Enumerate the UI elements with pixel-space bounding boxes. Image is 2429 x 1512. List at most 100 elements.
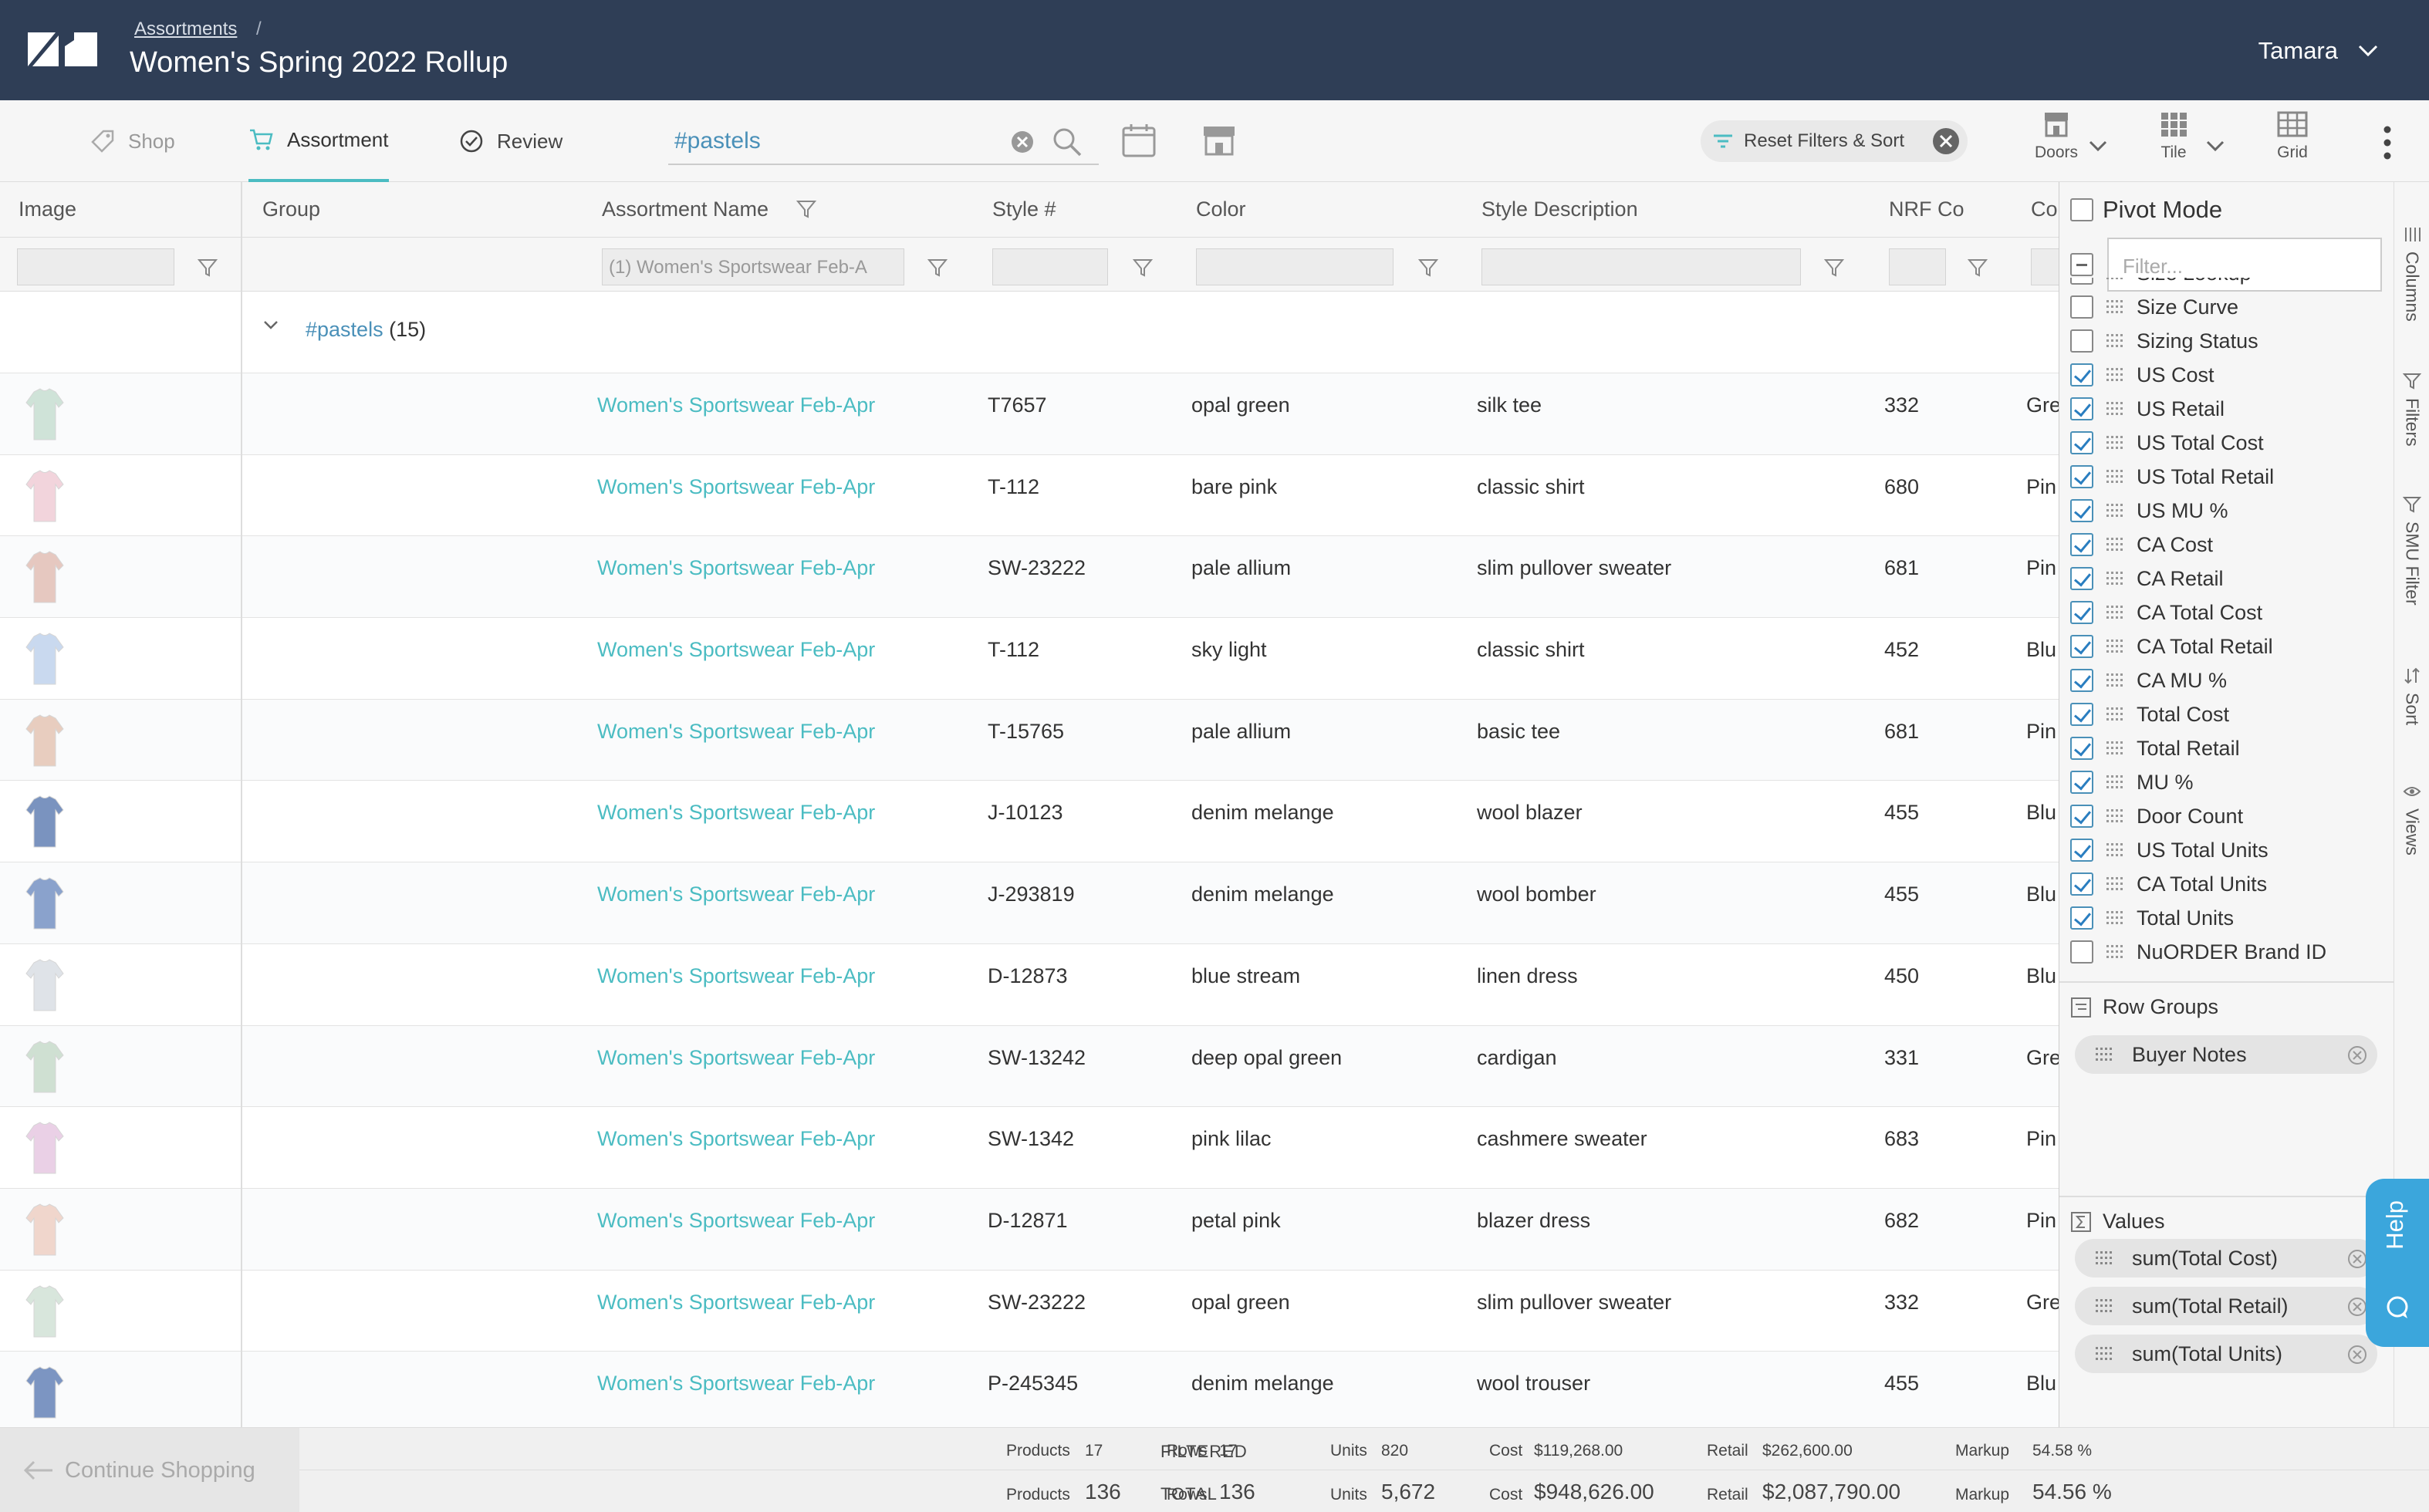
table-row[interactable]: Women's Sportswear Feb-Apr D-12873 blue st… bbox=[0, 943, 2059, 1026]
column-header-style[interactable]: Style # bbox=[992, 197, 1056, 221]
column-list-item[interactable]: CA Cost bbox=[2070, 528, 2213, 562]
pivot-mode-checkbox[interactable] bbox=[2070, 198, 2093, 221]
column-list-item[interactable]: CA Retail bbox=[2070, 562, 2224, 596]
column-checkbox[interactable] bbox=[2070, 278, 2093, 285]
column-checkbox[interactable] bbox=[2070, 363, 2093, 386]
column-list-item[interactable]: CA Total Retail bbox=[2070, 629, 2273, 663]
column-checkbox[interactable] bbox=[2070, 771, 2093, 794]
column-checkbox[interactable] bbox=[2070, 906, 2093, 930]
drag-handle-icon[interactable] bbox=[2106, 638, 2124, 655]
product-thumbnail[interactable] bbox=[17, 793, 73, 850]
doors-view-button[interactable]: Doors bbox=[2022, 111, 2091, 162]
chevron-down-icon[interactable] bbox=[2088, 139, 2108, 154]
color-filter-input[interactable] bbox=[1196, 248, 1394, 285]
column-list-item[interactable]: CA MU % bbox=[2070, 663, 2227, 697]
side-tab-columns[interactable]: Columns bbox=[2397, 225, 2427, 322]
close-icon[interactable] bbox=[1932, 127, 1960, 155]
drag-handle-icon[interactable] bbox=[2106, 278, 2124, 282]
help-button[interactable]: Help bbox=[2366, 1179, 2429, 1347]
column-checkbox[interactable] bbox=[2070, 940, 2093, 964]
drag-handle-icon[interactable] bbox=[2106, 910, 2124, 926]
chevron-down-icon[interactable] bbox=[261, 315, 281, 335]
column-list-item[interactable]: Size Lookup bbox=[2070, 278, 2252, 290]
search-input[interactable] bbox=[674, 128, 1006, 154]
assortment-name-cell[interactable]: Women's Sportswear Feb-Apr bbox=[597, 556, 875, 580]
column-checkbox[interactable] bbox=[2070, 635, 2093, 658]
table-row[interactable]: Women's Sportswear Feb-Apr T-112 bare pink… bbox=[0, 454, 2059, 537]
column-checkbox[interactable] bbox=[2070, 737, 2093, 760]
drag-handle-icon[interactable] bbox=[2095, 1046, 2113, 1063]
filter-icon[interactable] bbox=[1968, 258, 1988, 278]
table-row[interactable]: Women's Sportswear Feb-Apr T-112 sky light… bbox=[0, 618, 2059, 700]
column-checkbox[interactable] bbox=[2070, 703, 2093, 726]
select-all-columns-checkbox[interactable] bbox=[2070, 253, 2093, 276]
assortment-name-cell[interactable]: Women's Sportswear Feb-Apr bbox=[597, 1372, 875, 1396]
product-thumbnail[interactable] bbox=[17, 712, 73, 769]
table-row[interactable]: Women's Sportswear Feb-Apr SW-23222 opal g… bbox=[0, 1270, 2059, 1352]
clear-search-icon[interactable] bbox=[1010, 130, 1035, 154]
store-icon[interactable] bbox=[1201, 122, 1238, 159]
column-list-item[interactable]: Total Retail bbox=[2070, 731, 2240, 765]
column-list-item[interactable]: CA Total Cost bbox=[2070, 596, 2262, 629]
drag-handle-icon[interactable] bbox=[2106, 570, 2124, 587]
column-list-item[interactable]: US Retail bbox=[2070, 392, 2225, 426]
drag-handle-icon[interactable] bbox=[2106, 434, 2124, 451]
column-list-item[interactable]: CA Total Units bbox=[2070, 867, 2267, 901]
drag-handle-icon[interactable] bbox=[2106, 943, 2124, 960]
assortment-name-filter-input[interactable]: (1) Women's Sportswear Feb-A bbox=[602, 248, 904, 285]
remove-icon[interactable] bbox=[2346, 1296, 2368, 1318]
filter-icon[interactable] bbox=[198, 258, 218, 278]
table-row[interactable]: Women's Sportswear Feb-Apr SW-13242 deep o… bbox=[0, 1025, 2059, 1108]
filter-icon[interactable] bbox=[796, 199, 816, 219]
column-checkbox[interactable] bbox=[2070, 465, 2093, 488]
product-thumbnail[interactable] bbox=[17, 1119, 73, 1176]
value-pill[interactable]: sum(Total Cost) bbox=[2075, 1239, 2377, 1277]
image-filter-input[interactable] bbox=[17, 248, 174, 285]
nuorder-logo[interactable] bbox=[28, 31, 97, 68]
column-checkbox[interactable] bbox=[2070, 805, 2093, 828]
table-row[interactable]: Women's Sportswear Feb-Apr SW-1342 pink li… bbox=[0, 1107, 2059, 1189]
drag-handle-icon[interactable] bbox=[2095, 1345, 2113, 1362]
breadcrumb-assortments-link[interactable]: Assortments bbox=[134, 19, 237, 39]
product-thumbnail[interactable] bbox=[17, 467, 73, 525]
side-tab-sort[interactable]: Sort bbox=[2397, 667, 2427, 725]
search-icon[interactable] bbox=[1052, 127, 1083, 157]
side-tab-smu-filter[interactable]: SMU Filter bbox=[2397, 495, 2427, 606]
column-checkbox[interactable] bbox=[2070, 295, 2093, 319]
product-thumbnail[interactable] bbox=[17, 386, 73, 443]
drag-handle-icon[interactable] bbox=[2106, 876, 2124, 893]
continue-shopping-button[interactable]: Continue Shopping bbox=[0, 1428, 299, 1512]
filter-icon[interactable] bbox=[1133, 258, 1153, 278]
assortment-name-cell[interactable]: Women's Sportswear Feb-Apr bbox=[597, 720, 875, 744]
column-list-item[interactable]: US Total Cost bbox=[2070, 426, 2264, 460]
table-row[interactable]: Women's Sportswear Feb-Apr D-12871 petal p… bbox=[0, 1188, 2059, 1271]
column-header-co[interactable]: Co bbox=[2031, 197, 2058, 221]
column-checkbox[interactable] bbox=[2070, 872, 2093, 896]
nrf-co-filter-input[interactable] bbox=[1889, 248, 1946, 285]
column-list-item[interactable]: US MU % bbox=[2070, 494, 2228, 528]
drag-handle-icon[interactable] bbox=[2106, 299, 2124, 316]
drag-handle-icon[interactable] bbox=[2106, 468, 2124, 485]
column-header-color[interactable]: Color bbox=[1196, 197, 1246, 221]
tab-review[interactable]: Review bbox=[458, 100, 562, 182]
remove-icon[interactable] bbox=[2346, 1344, 2368, 1365]
drag-handle-icon[interactable] bbox=[2106, 706, 2124, 723]
column-header-assortment-name[interactable]: Assortment Name bbox=[602, 197, 769, 221]
drag-handle-icon[interactable] bbox=[2106, 774, 2124, 791]
column-list-item[interactable]: Door Count bbox=[2070, 799, 2243, 833]
product-thumbnail[interactable] bbox=[17, 630, 73, 687]
column-header-image[interactable]: Image bbox=[19, 197, 76, 221]
column-header-group[interactable]: Group bbox=[262, 197, 320, 221]
column-checkbox[interactable] bbox=[2070, 499, 2093, 522]
assortment-name-cell[interactable]: Women's Sportswear Feb-Apr bbox=[597, 883, 875, 906]
chevron-down-icon[interactable] bbox=[2205, 139, 2225, 154]
table-row[interactable]: Women's Sportswear Feb-Apr T-15765 pale al… bbox=[0, 699, 2059, 781]
drag-handle-icon[interactable] bbox=[2106, 604, 2124, 621]
product-thumbnail[interactable] bbox=[17, 548, 73, 606]
tile-view-button[interactable]: Tile bbox=[2139, 111, 2208, 162]
assortment-name-cell[interactable]: Women's Sportswear Feb-Apr bbox=[597, 1046, 875, 1070]
table-row[interactable]: Women's Sportswear Feb-Apr J-293819 denim … bbox=[0, 862, 2059, 944]
assortment-name-cell[interactable]: Women's Sportswear Feb-Apr bbox=[597, 393, 875, 417]
column-checkbox[interactable] bbox=[2070, 669, 2093, 692]
drag-handle-icon[interactable] bbox=[2095, 1298, 2113, 1315]
